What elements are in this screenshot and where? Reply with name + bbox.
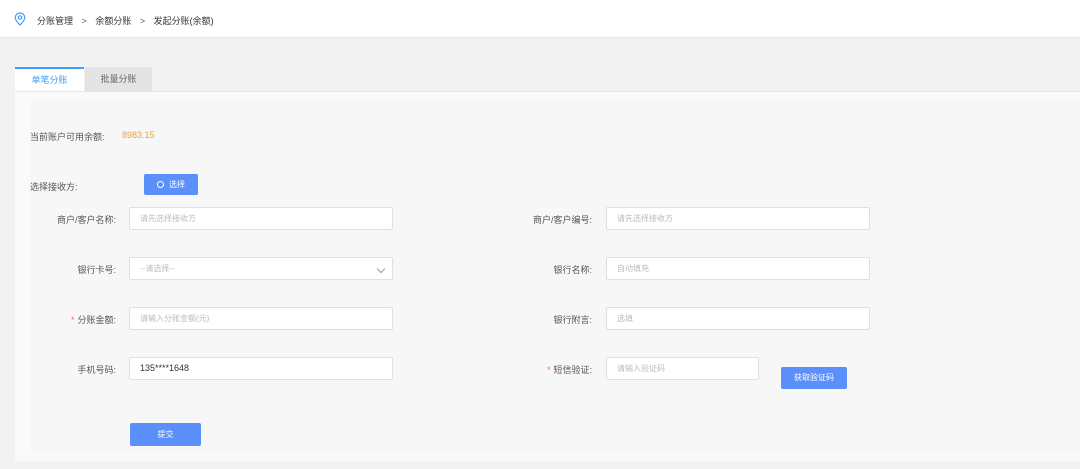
balance-value: 8983.15 [122,130,155,140]
breadcrumb-separator: > [81,16,87,26]
sms-code-field[interactable]: 请输入验证码 [606,357,759,380]
balance-label: 当前账户可用余额: [30,132,105,142]
bank-note-label: 银行附言: [553,315,592,325]
chevron-down-icon [376,264,386,274]
tab-single-split[interactable]: 单笔分账 [15,67,84,91]
required-mark: * [70,315,75,325]
bank-card-select[interactable]: --请选择-- [129,257,393,280]
select-receiver-button-label: 选择 [169,180,185,189]
tab-batch-split[interactable]: 批量分账 [85,67,152,91]
tab-panel: 当前账户可用余额: 8983.15 选择接收方: 选择 商户/客户名称: 请先选… [15,91,1080,461]
breadcrumb: 分账管理 > 余额分账 > 发起分账(余额) [37,14,214,27]
bank-card-label: 银行卡号: [77,265,116,275]
merchant-name-field[interactable]: 请先选择接收方 [129,207,393,230]
required-mark: * [546,365,551,375]
amount-label-text: 分账金额: [77,315,116,325]
bank-name-field[interactable]: 自动填充 [606,257,870,280]
amount-field[interactable]: 请输入分账金额(元) [129,307,393,330]
select-receiver-button[interactable]: 选择 [144,174,198,195]
breadcrumb-item-initiate-split: 发起分账(余额) [153,16,214,26]
bank-card-select-value: --请选择-- [140,264,175,273]
amount-label: * 分账金额: [30,313,116,326]
merchant-no-field[interactable]: 请先选择接收方 [606,207,870,230]
split-form: 当前账户可用余额: 8983.15 选择接收方: 选择 商户/客户名称: 请先选… [30,100,1080,452]
search-icon [157,181,164,188]
merchant-no-label: 商户/客户编号: [532,215,592,225]
get-code-button[interactable]: 获取验证码 [781,367,847,389]
merchant-name-label: 商户/客户名称: [56,215,116,225]
phone-field[interactable]: 135****1648 [129,357,393,380]
submit-button[interactable]: 提交 [130,423,201,446]
receiver-label: 选择接收方: [30,182,78,192]
location-pin-icon [14,12,26,26]
sms-code-label: * 短信验证: [490,363,592,376]
bank-note-field[interactable]: 选填 [606,307,870,330]
breadcrumb-item-split-management[interactable]: 分账管理 [37,14,73,27]
sms-code-label-text: 短信验证: [553,365,592,375]
phone-label: 手机号码: [77,365,116,375]
bank-name-label: 银行名称: [553,265,592,275]
breadcrumb-item-balance-split[interactable]: 余额分账 [95,14,131,27]
top-bar: 分账管理 > 余额分账 > 发起分账(余额) [0,0,1080,38]
breadcrumb-separator: > [139,16,146,26]
